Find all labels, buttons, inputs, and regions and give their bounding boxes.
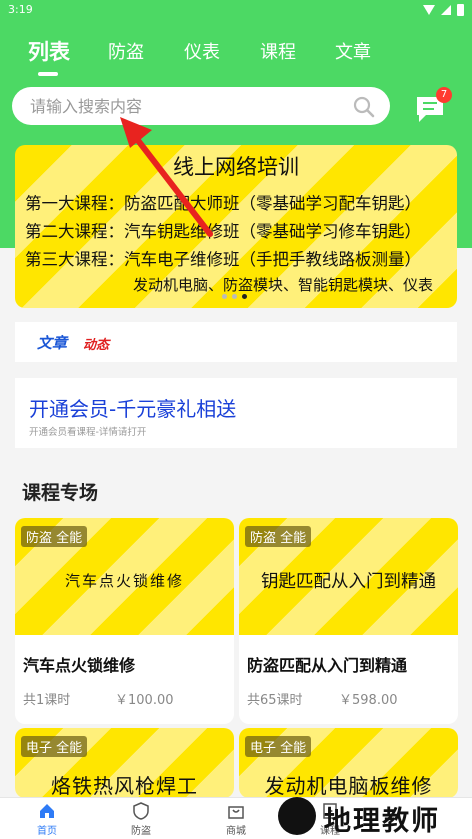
course-lessons: 共1课时: [23, 693, 71, 708]
nav-shop[interactable]: 商城: [206, 802, 266, 837]
membership-promo[interactable]: 开通会员-千元豪礼相送 开通会员看课程-详情请打开: [15, 378, 457, 448]
nav-label: 商城: [226, 826, 246, 837]
course-tag: 电子 全能: [245, 736, 312, 757]
course-thumbnail-text: 汽车点火锁维修: [64, 572, 184, 590]
wifi-icon: [423, 5, 435, 15]
course-thumbnail-text: 钥匙匹配从入门到精通: [261, 572, 436, 592]
course-tag: 电子 全能: [21, 736, 88, 757]
course-card[interactable]: 防盗 全能 钥匙匹配从入门到精通 防盗匹配从入门到精通 共65课时 ￥598.0…: [239, 518, 458, 724]
search-icon[interactable]: [352, 95, 376, 119]
tab-courses[interactable]: 课程: [260, 38, 296, 64]
home-icon: [40, 804, 54, 818]
search-bar: [12, 87, 390, 125]
tab-articles[interactable]: 文章: [335, 38, 371, 64]
course-thumbnail: 电子 全能 发动机电脑板维修: [239, 728, 458, 798]
course-price: ￥598.00: [339, 693, 398, 708]
news-label-dynamic: 动态: [83, 338, 110, 353]
status-icons: [423, 4, 464, 16]
nav-label: 首页: [37, 826, 57, 837]
carousel-dot[interactable]: [232, 294, 237, 299]
nav-label: 防盗: [131, 826, 151, 837]
carousel-dots: [222, 294, 247, 299]
nav-home[interactable]: 首页: [17, 802, 77, 837]
course-name: 防盗匹配从入门到精通: [247, 656, 408, 675]
nav-anti-theft[interactable]: 防盗: [111, 802, 171, 837]
top-tabs: 列表 防盗 仪表 课程 文章: [0, 28, 472, 80]
course-thumbnail: 防盗 全能 汽车点火锁维修: [15, 518, 234, 635]
carousel-dot-active[interactable]: [242, 294, 247, 299]
tab-list[interactable]: 列表: [28, 36, 70, 66]
course-thumbnail: 电子 全能 烙铁热风枪焊工: [15, 728, 234, 798]
banner-title: 线上网络培训: [173, 155, 299, 179]
globe-logo-icon: [278, 797, 316, 835]
course-tag: 防盗 全能: [245, 526, 312, 547]
course-card[interactable]: 防盗 全能 汽车点火锁维修 汽车点火锁维修 共1课时 ￥100.00: [15, 518, 234, 724]
course-thumbnail-text: 烙铁热风枪焊工: [51, 774, 198, 798]
status-bar: 3:19: [0, 0, 472, 20]
membership-title: 开通会员-千元豪礼相送: [29, 397, 237, 421]
shield-icon: [133, 802, 149, 820]
watermark-text: 地理教师: [324, 806, 440, 837]
promo-banner[interactable]: 线上网络培训 第一大课程：防盗匹配大师班（零基础学习配车钥匙） 第二大课程：汽车…: [15, 145, 457, 308]
signal-icon: [441, 5, 451, 15]
course-thumbnail: 防盗 全能 钥匙匹配从入门到精通: [239, 518, 458, 635]
active-tab-indicator: [38, 72, 58, 76]
section-title: 课程专场: [22, 482, 99, 504]
course-tag: 防盗 全能: [21, 526, 88, 547]
watermark: 地理教师: [268, 793, 472, 839]
membership-subtitle: 开通会员看课程-详情请打开: [29, 427, 147, 438]
battery-icon: [457, 4, 464, 16]
course-card[interactable]: 电子 全能 烙铁热风枪焊工: [15, 728, 234, 798]
tab-dashboard[interactable]: 仪表: [184, 38, 220, 64]
banner-line: 第一大课程：防盗匹配大师班（零基础学习配车钥匙）: [25, 194, 421, 213]
message-badge: 7: [436, 87, 452, 103]
course-price: ￥100.00: [115, 693, 174, 708]
banner-line: 第三大课程：汽车电子维修班（手把手教线路板测量）: [25, 250, 421, 269]
news-label-article: 文章: [37, 334, 68, 352]
article-news-strip[interactable]: 文章 动态: [15, 322, 457, 362]
banner-line: 第二大课程：汽车钥匙维修班（零基础学习修车钥匙）: [25, 222, 421, 241]
course-card[interactable]: 电子 全能 发动机电脑板维修: [239, 728, 458, 798]
status-time: 3:19: [8, 3, 33, 16]
search-input[interactable]: [30, 95, 350, 117]
course-name: 汽车点火锁维修: [23, 656, 136, 675]
tab-anti-theft[interactable]: 防盗: [108, 38, 144, 64]
banner-line: 发动机电脑、防盗模块、智能钥匙模块、仪表: [133, 276, 434, 294]
carousel-dot[interactable]: [222, 294, 227, 299]
course-lessons: 共65课时: [247, 693, 303, 708]
shop-icon: [228, 806, 244, 819]
